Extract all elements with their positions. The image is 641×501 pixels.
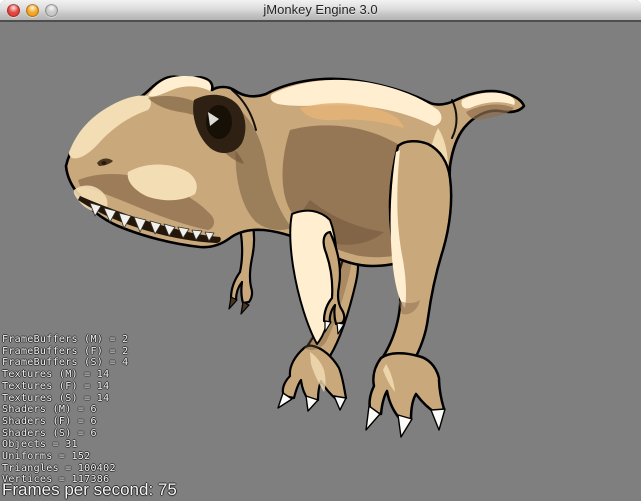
fps-counter: Frames per second: 75: [2, 480, 177, 499]
minimize-button[interactable]: [26, 4, 39, 17]
stats-line: Uniforms = 152: [2, 451, 91, 463]
stats-line: FrameBuffers (F) = 2: [2, 345, 129, 357]
3d-viewport[interactable]: FrameBuffers (M) = 2 FrameBuffers (F) = 2…: [0, 24, 641, 501]
window-controls: [7, 4, 58, 17]
stats-line: Textures (M) = 14: [2, 369, 110, 381]
stats-line: Objects = 31: [2, 439, 78, 451]
window-title: jMonkey Engine 3.0: [263, 2, 378, 17]
stats-line: FrameBuffers (M) = 2: [2, 334, 129, 345]
stats-line: Textures (F) = 14: [2, 380, 110, 392]
stats-line: Shaders (M) = 6: [2, 404, 97, 416]
stats-overlay: FrameBuffers (M) = 2 FrameBuffers (F) = 2…: [2, 334, 128, 486]
zoom-button[interactable]: [45, 4, 58, 17]
close-button[interactable]: [7, 4, 20, 17]
stats-line: FrameBuffers (S) = 4: [2, 357, 129, 369]
stats-line: Textures (S) = 14: [2, 392, 110, 404]
title-bar[interactable]: jMonkey Engine 3.0: [0, 0, 641, 22]
app-window: jMonkey Engine 3.0 FrameBuffers (M) = 2 …: [0, 0, 641, 501]
stats-line: Shaders (S) = 6: [2, 427, 97, 439]
stats-line: Triangles = 100402: [2, 462, 116, 474]
stats-line: Shaders (F) = 6: [2, 415, 97, 427]
